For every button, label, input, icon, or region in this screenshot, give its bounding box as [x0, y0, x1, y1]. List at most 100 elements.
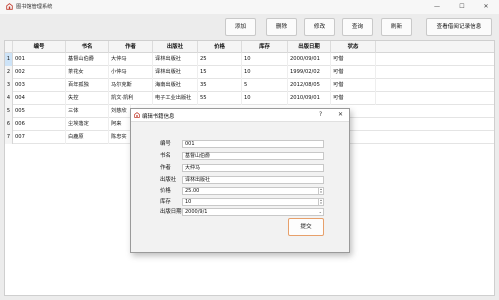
cell-publisher[interactable]: 电子工业出版社	[153, 92, 198, 105]
label-publisher: 出版社	[160, 177, 177, 183]
row-number[interactable]: 1	[5, 53, 13, 66]
chevron-down-icon[interactable]: ⌄	[319, 209, 322, 215]
close-button[interactable]: ✕	[479, 1, 493, 12]
label-price: 价格	[160, 188, 171, 194]
id-field[interactable]: 001	[182, 140, 324, 148]
cell-stock[interactable]: 10	[242, 66, 288, 79]
borrow-records-button[interactable]: 查看借阅记录信息	[426, 18, 492, 36]
cell-date[interactable]: 2000/09/01	[288, 53, 331, 66]
label-date: 出版日期	[160, 209, 182, 215]
dialog-title-bar: 编辑书籍信息 ? ✕	[131, 109, 349, 122]
app-icon	[134, 112, 140, 118]
cell-id[interactable]: 004	[13, 92, 66, 105]
cell-title[interactable]: 茶花女	[66, 66, 109, 79]
table-row[interactable]: 2 002 茶花女 小仲马 译林出版社 15 10 1999/02/02 可借	[5, 66, 494, 79]
cell-author[interactable]: 刘慈欣	[109, 105, 131, 118]
cell-id[interactable]: 007	[13, 131, 66, 144]
cell-author[interactable]: 陈忠实	[109, 131, 131, 144]
stock-spinbox[interactable]: 10 ▴ ▾	[182, 198, 324, 206]
publisher-field[interactable]: 译林出版社	[182, 176, 324, 184]
date-value: 2000/9/1	[185, 209, 208, 215]
column-header[interactable]: 出版社	[153, 41, 198, 53]
row-number[interactable]: 5	[5, 105, 13, 118]
column-header[interactable]: 价格	[198, 41, 242, 53]
cell-stock[interactable]: 10	[242, 53, 288, 66]
cell-id[interactable]: 005	[13, 105, 66, 118]
cell-author[interactable]: 阿来	[109, 118, 131, 131]
spin-arrows-icon[interactable]: ▴ ▾	[318, 188, 323, 194]
price-spinbox[interactable]: 25.00 ▴ ▾	[182, 187, 324, 195]
cell-price[interactable]: 15	[198, 66, 242, 79]
cell-publisher[interactable]: 海南出版社	[153, 79, 198, 92]
refresh-button[interactable]: 刷新	[381, 18, 412, 36]
column-header[interactable]: 编号	[13, 41, 66, 53]
add-button[interactable]: 添加	[225, 18, 256, 36]
cell-status[interactable]: 可借	[331, 79, 376, 92]
corner-cell[interactable]	[5, 41, 13, 53]
cell-stock[interactable]: 10	[242, 92, 288, 105]
cell-title[interactable]: 基督山伯爵	[66, 53, 109, 66]
cell-id[interactable]: 003	[13, 79, 66, 92]
price-value: 25.00	[185, 188, 200, 194]
title-field[interactable]: 基督山伯爵	[182, 152, 324, 160]
cell-author[interactable]: 凯文·凯利	[109, 92, 153, 105]
cell-price[interactable]: 35	[198, 79, 242, 92]
title-bar: 图书馆管理系统 — ☐ ✕	[0, 0, 499, 14]
row-number[interactable]: 2	[5, 66, 13, 79]
stock-value: 10	[185, 199, 192, 205]
cell-title[interactable]: 尘埃落定	[66, 118, 109, 131]
cell-date[interactable]: 2012/08/05	[288, 79, 331, 92]
query-button[interactable]: 查询	[342, 18, 373, 36]
minimize-button[interactable]: —	[430, 1, 444, 12]
cell-author[interactable]: 马尔克斯	[109, 79, 153, 92]
table-row[interactable]: 1 001 基督山伯爵 大仲马 译林出版社 25 10 2000/09/01 可…	[5, 53, 494, 66]
table-header: 编号 书名 作者 出版社 价格 库存 出版日期 状态	[5, 41, 494, 53]
table-row[interactable]: 3 003 百年孤独 马尔克斯 海南出版社 35 5 2012/08/05 可借	[5, 79, 494, 92]
cell-id[interactable]: 001	[13, 53, 66, 66]
cell-date[interactable]: 2010/09/01	[288, 92, 331, 105]
cell-status[interactable]: 可借	[331, 53, 376, 66]
dialog-close-button[interactable]: ✕	[338, 111, 343, 118]
label-stock: 库存	[160, 199, 171, 205]
cell-id[interactable]: 002	[13, 66, 66, 79]
row-number[interactable]: 3	[5, 79, 13, 92]
column-header[interactable]: 状态	[331, 41, 376, 53]
cell-publisher[interactable]: 译林出版社	[153, 66, 198, 79]
help-button[interactable]: ?	[319, 111, 322, 118]
cell-id[interactable]: 006	[13, 118, 66, 131]
spin-arrows-icon[interactable]: ▴ ▾	[318, 199, 323, 205]
row-number[interactable]: 4	[5, 92, 13, 105]
cell-title[interactable]: 三体	[66, 105, 109, 118]
column-header[interactable]: 书名	[66, 41, 109, 53]
cell-status[interactable]: 可借	[331, 92, 376, 105]
submit-button[interactable]: 提交	[288, 218, 324, 236]
cell-date[interactable]: 1999/02/02	[288, 66, 331, 79]
edit-button[interactable]: 修改	[304, 18, 335, 36]
date-edit[interactable]: 2000/9/1 ⌄	[182, 208, 324, 216]
cell-stock[interactable]: 5	[242, 79, 288, 92]
delete-button[interactable]: 删除	[266, 18, 297, 36]
label-title: 书名	[160, 153, 171, 159]
column-header[interactable]: 作者	[109, 41, 153, 53]
cell-publisher[interactable]: 译林出版社	[153, 53, 198, 66]
dialog-title: 编辑书籍信息	[142, 114, 175, 120]
cell-price[interactable]: 55	[198, 92, 242, 105]
row-number[interactable]: 7	[5, 131, 13, 144]
cell-author[interactable]: 大仲马	[109, 53, 153, 66]
table-row[interactable]: 4 004 失控 凯文·凯利 电子工业出版社 55 10 2010/09/01 …	[5, 92, 494, 105]
cell-title[interactable]: 失控	[66, 92, 109, 105]
column-header[interactable]: 出版日期	[288, 41, 331, 53]
row-number[interactable]: 6	[5, 118, 13, 131]
label-author: 作者	[160, 165, 171, 171]
author-field[interactable]: 大仲马	[182, 164, 324, 172]
app-icon	[6, 3, 13, 10]
window-title: 图书馆管理系统	[16, 4, 53, 10]
column-header[interactable]: 库存	[242, 41, 288, 53]
maximize-button[interactable]: ☐	[455, 1, 469, 12]
cell-title[interactable]: 百年孤独	[66, 79, 109, 92]
cell-title[interactable]: 白鹿原	[66, 131, 109, 144]
cell-author[interactable]: 小仲马	[109, 66, 153, 79]
cell-status[interactable]: 可借	[331, 66, 376, 79]
cell-price[interactable]: 25	[198, 53, 242, 66]
edit-book-dialog: 编辑书籍信息 ? ✕ 编号 001 书名 基督山伯爵 作者 大仲马 出版社 译林…	[130, 108, 350, 253]
